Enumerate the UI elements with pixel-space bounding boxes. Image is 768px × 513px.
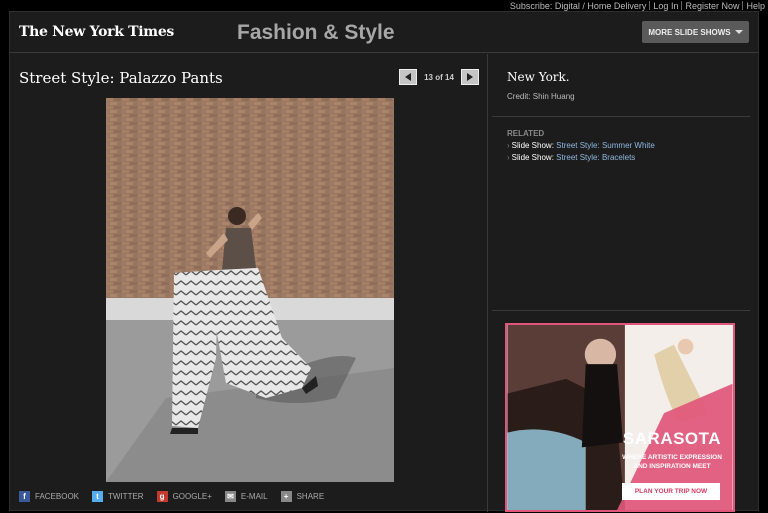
- ad-title: SARASOTA: [622, 429, 722, 448]
- list-item: › Slide Show: Street Style: Summer White: [507, 141, 655, 150]
- google-plus-icon: g: [156, 491, 168, 502]
- street-style-photo: [106, 98, 394, 482]
- related-list: › Slide Show: Street Style: Summer White …: [507, 141, 655, 165]
- share-label: TWITTER: [108, 492, 144, 501]
- share-toolbar: f FACEBOOK t TWITTER g GOOGLE+ ✉ E-MAIL + SHARE: [19, 491, 337, 502]
- slideshow-frame: The New York Times Fashion & Style MORE …: [9, 11, 759, 512]
- related-heading: RELATED: [507, 129, 545, 138]
- utility-bar: Subscribe: Digital / Home Delivery Log I…: [507, 0, 768, 11]
- share-label: SHARE: [296, 492, 325, 501]
- previous-slide-button[interactable]: [399, 69, 417, 85]
- bullet-icon: ›: [507, 141, 510, 150]
- facebook-icon: f: [19, 491, 30, 502]
- list-item: › Slide Show: Street Style: Bracelets: [507, 153, 655, 162]
- plan-trip-button[interactable]: PLAN YOUR TRIP NOW: [622, 483, 720, 500]
- arrow-right-icon: [467, 73, 473, 81]
- slideshow-title: Street Style: Palazzo Pants: [19, 69, 223, 87]
- subscribe-link[interactable]: Subscribe: Digital / Home Delivery: [507, 1, 650, 11]
- more-slideshows-button[interactable]: MORE SLIDE SHOWS: [642, 21, 749, 43]
- column-divider: [487, 54, 488, 512]
- related-link-summer-white[interactable]: Street Style: Summer White: [556, 141, 655, 150]
- login-link[interactable]: Log In: [650, 1, 681, 11]
- slide-photo[interactable]: [106, 98, 394, 482]
- ad-subtitle: WHERE ARTISTIC EXPRESSION AND INSPIRATIO…: [617, 453, 727, 471]
- related-prefix: Slide Show:: [511, 141, 554, 150]
- twitter-icon: t: [92, 491, 104, 502]
- next-slide-button[interactable]: [461, 69, 479, 85]
- slide-navigation: 13 of 14: [399, 69, 479, 85]
- sarasota-ad[interactable]: SARASOTA WHERE ARTISTIC EXPRESSION AND I…: [505, 323, 735, 512]
- bullet-icon: ›: [507, 153, 510, 162]
- more-slideshows-label: MORE SLIDE SHOWS: [648, 27, 731, 37]
- help-link[interactable]: Help: [743, 1, 768, 11]
- caption-title: New York.: [507, 70, 570, 84]
- arrow-left-icon: [405, 73, 411, 81]
- email-icon: ✉: [224, 491, 236, 502]
- chevron-down-icon: [734, 30, 743, 34]
- register-link[interactable]: Register Now: [682, 1, 742, 11]
- section-title: Fashion & Style: [237, 21, 395, 44]
- share-email-button[interactable]: ✉ E-MAIL: [224, 491, 268, 502]
- divider: [492, 310, 750, 311]
- share-label: E-MAIL: [240, 492, 268, 501]
- share-facebook-button[interactable]: f FACEBOOK: [19, 491, 79, 502]
- related-link-bracelets[interactable]: Street Style: Bracelets: [556, 153, 635, 162]
- ad-subtitle-line: WHERE ARTISTIC EXPRESSION: [622, 454, 722, 461]
- nyt-logo[interactable]: The New York Times: [19, 24, 174, 40]
- share-twitter-button[interactable]: t TWITTER: [92, 491, 144, 502]
- share-label: GOOGLE+: [172, 492, 212, 501]
- share-google-button[interactable]: g GOOGLE+: [156, 491, 212, 502]
- ad-subtitle-line: AND INSPIRATION MEET: [633, 463, 711, 470]
- related-prefix: Slide Show:: [511, 153, 554, 162]
- share-icon: +: [280, 491, 292, 502]
- header: The New York Times Fashion & Style MORE …: [10, 12, 758, 53]
- divider: [492, 116, 750, 117]
- share-label: FACEBOOK: [35, 492, 80, 501]
- photo-credit: Credit: Shin Huang: [507, 92, 575, 101]
- share-share-button[interactable]: + SHARE: [280, 491, 325, 502]
- slide-counter: 13 of 14: [424, 72, 454, 82]
